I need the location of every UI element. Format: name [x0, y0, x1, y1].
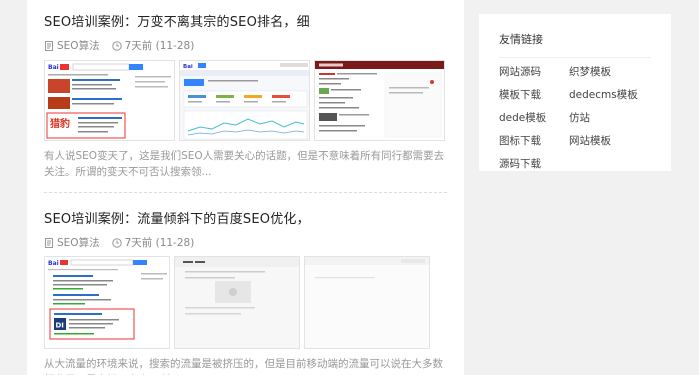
- friend-link[interactable]: 网站源码: [499, 65, 569, 80]
- friend-link[interactable]: dede模板: [499, 111, 569, 126]
- post-thumbnails: Bai DI: [44, 256, 447, 349]
- post-category-label: SEO算法: [57, 237, 100, 249]
- friend-link[interactable]: 图标下载: [499, 134, 569, 149]
- post-title-link[interactable]: SEO培训案例：流量倾斜下的百度SEO优化，: [44, 211, 447, 229]
- document-icon: [44, 238, 54, 248]
- post-thumbnail-image[interactable]: Bai DI: [44, 256, 170, 349]
- friend-link[interactable]: 织梦模板: [569, 65, 649, 80]
- friend-link[interactable]: dedecms模板: [569, 88, 649, 103]
- post-meta: SEO算法 7天前 (11-28): [44, 236, 447, 250]
- post-time: 7天前 (11-28): [111, 236, 195, 250]
- clock-icon: [111, 238, 122, 248]
- friend-link[interactable]: 网站模板: [569, 134, 649, 149]
- friend-links-list: 网站源码 织梦模板 模板下载 dedecms模板 dede模板 仿站 图标下载 …: [499, 65, 651, 172]
- page: SEO培训案例：万变不离其宗的SEO排名，细 SEO算法 7天前 (11-28): [0, 0, 699, 375]
- post-thumbnail-image[interactable]: [304, 256, 430, 349]
- post-list: SEO培训案例：万变不离其宗的SEO排名，细 SEO算法 7天前 (11-28): [27, 0, 464, 375]
- friend-link[interactable]: 模板下载: [499, 88, 569, 103]
- friend-link[interactable]: 仿站: [569, 111, 649, 126]
- friend-links-widget: 友情链接 网站源码 织梦模板 模板下载 dedecms模板 dede模板 仿站 …: [479, 14, 671, 171]
- widget-title: 友情链接: [499, 32, 651, 58]
- friend-link[interactable]: 源码下载: [499, 157, 569, 172]
- svg-text:Bai: Bai: [48, 260, 59, 267]
- post-thumbnail-image[interactable]: [174, 256, 300, 349]
- post-excerpt: 从大流量的环境来说，搜索的流量是被挤压的，但是目前移动端的流量可以说在大多数行业…: [44, 358, 443, 375]
- svg-text:DI: DI: [56, 322, 64, 330]
- post-time-label: 7天前 (11-28): [124, 237, 195, 249]
- post-category[interactable]: SEO算法: [44, 236, 100, 250]
- post-item: SEO培训案例：流量倾斜下的百度SEO优化， SEO算法 7天前 (11-28): [44, 0, 447, 375]
